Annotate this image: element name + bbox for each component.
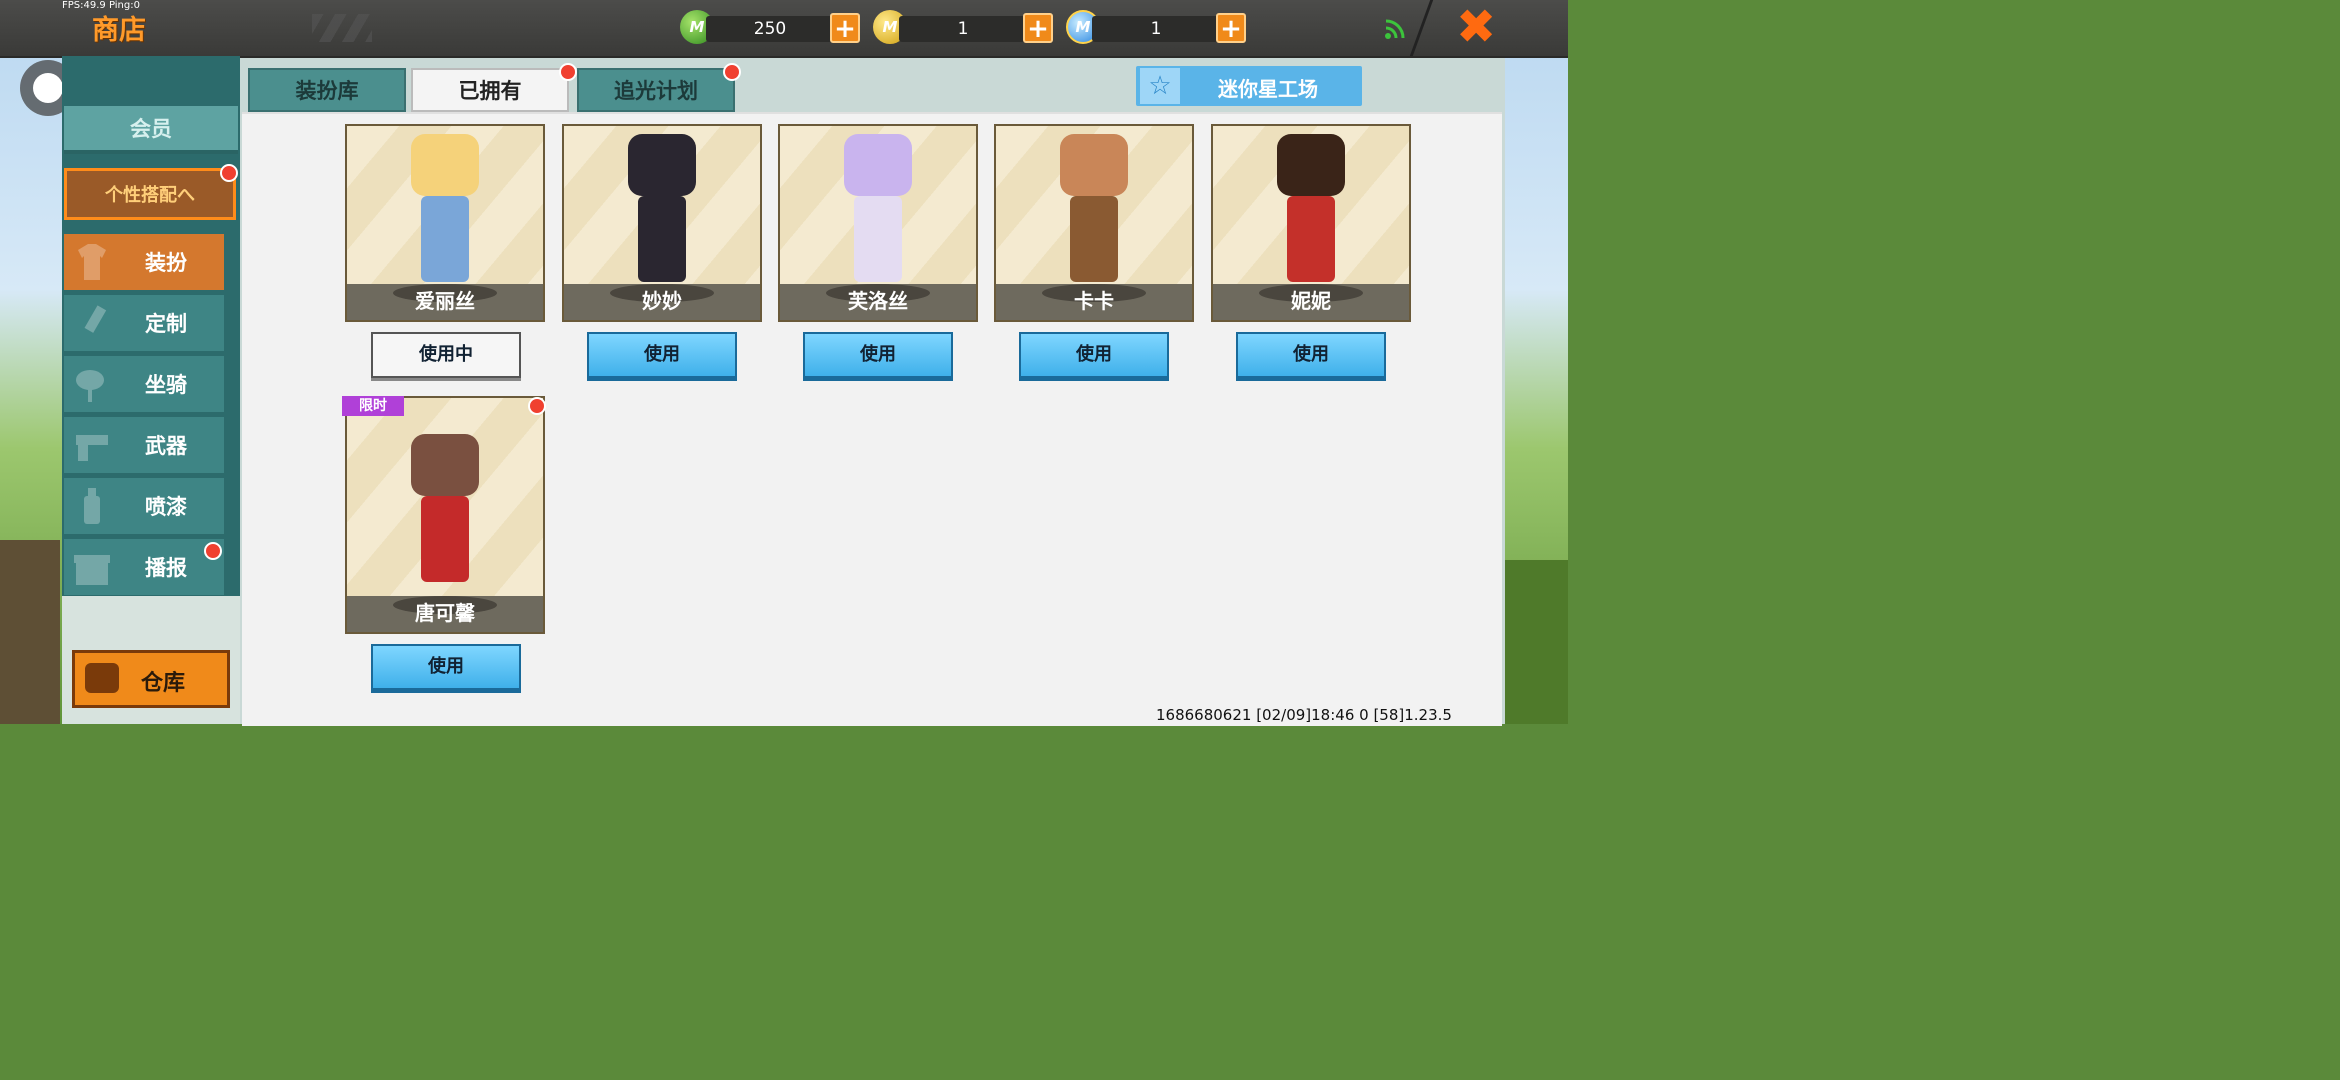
build-info: 1686680621 [02/09]18:46 0 [58]1.23.5	[1156, 706, 1452, 724]
skin-name: 芙洛丝	[848, 289, 908, 313]
sidebar-item-label: 个性搭配へ	[105, 185, 195, 206]
sidebar-item-label: 会员	[130, 117, 172, 141]
mini-coin-count: 1	[957, 19, 969, 39]
gun-icon	[76, 435, 108, 461]
divider	[1409, 0, 1434, 56]
background-grass	[1505, 560, 1568, 724]
saddle-icon	[76, 370, 104, 402]
notification-dot	[220, 164, 238, 182]
warehouse-label: 仓库	[141, 671, 186, 696]
skin-card[interactable]: 卡卡	[994, 124, 1194, 322]
sidebar-item-mount[interactable]: 坐骑	[64, 356, 224, 412]
use-button[interactable]: 使用	[1019, 332, 1169, 378]
sidebar-item-label: 坐骑	[145, 373, 187, 397]
chest-icon	[85, 663, 119, 693]
sidebar-item-weapon[interactable]: 武器	[64, 417, 224, 473]
skin-name: 唐可馨	[415, 601, 475, 625]
brush-icon	[84, 305, 107, 333]
top-bar: FPS:49.9 Ping:0 商店 M 250 + M 1 + M 1 + ✖	[0, 0, 1568, 58]
mini-star-factory-label: 迷你星工场	[1218, 77, 1318, 101]
sidebar-item-label: 装扮	[145, 251, 187, 275]
signal-icon	[1385, 19, 1405, 39]
warehouse-button[interactable]: 仓库	[72, 650, 230, 708]
sidebar-item-personal-style[interactable]: 个性搭配へ	[64, 168, 236, 220]
notification-dot	[528, 397, 546, 415]
shirt-icon	[78, 244, 106, 280]
skin-avatar	[1271, 134, 1351, 284]
skin-avatar	[622, 134, 702, 284]
skin-card[interactable]: 妙妙	[562, 124, 762, 322]
skin-name: 爱丽丝	[415, 289, 475, 313]
tab-label: 装扮库	[295, 79, 359, 103]
mini-bean-count: 250	[753, 19, 787, 39]
add-mini-coin-button[interactable]: +	[1023, 13, 1053, 43]
use-button[interactable]: 使用	[803, 332, 953, 378]
notification-dot	[559, 63, 577, 81]
tab-label: 已拥有	[458, 79, 522, 103]
add-mini-bean-button[interactable]: +	[830, 13, 860, 43]
decorative-stripes	[312, 14, 372, 42]
close-icon[interactable]: ✖	[1456, 3, 1496, 51]
use-button[interactable]: 使用	[587, 332, 737, 378]
use-button[interactable]: 使用	[1236, 332, 1386, 378]
spray-icon	[84, 488, 100, 524]
skin-avatar	[405, 434, 485, 584]
background-block	[0, 540, 60, 724]
skin-name: 卡卡	[1074, 289, 1114, 313]
shop-title: 商店	[92, 15, 146, 46]
sidebar-item-broadcast[interactable]: 播报	[64, 539, 224, 595]
sidebar-item-member[interactable]: 会员	[64, 106, 238, 154]
add-mini-point-button[interactable]: +	[1216, 13, 1246, 43]
skin-card[interactable]: 爱丽丝	[345, 124, 545, 322]
tab-owned[interactable]: 已拥有	[411, 68, 569, 112]
sidebar-item-label: 武器	[145, 434, 187, 458]
sidebar-item-label: 定制	[145, 312, 187, 336]
use-button[interactable]: 使用	[371, 644, 521, 690]
sidebar-item-outfit[interactable]: 装扮	[64, 234, 224, 290]
star-icon: ☆	[1140, 68, 1180, 104]
limited-time-badge: 限时	[342, 396, 404, 416]
sidebar-item-label: 播报	[145, 556, 187, 580]
skin-card[interactable]: 芙洛丝	[778, 124, 978, 322]
sidebar-item-label: 喷漆	[145, 495, 187, 519]
tab-outfit-library[interactable]: 装扮库	[248, 68, 406, 112]
tab-label: 追光计划	[614, 79, 698, 103]
mini-star-factory-button[interactable]: ☆ 迷你星工场	[1136, 66, 1362, 106]
gift-icon	[74, 555, 110, 585]
skin-avatar	[838, 134, 918, 284]
sidebar: 会员 个性搭配へ 装扮 定制 坐骑 武器 喷漆 播报	[62, 56, 240, 724]
skin-avatar	[1054, 134, 1134, 284]
skin-card[interactable]: 唐可馨	[345, 396, 545, 634]
tab-light-chasing-plan[interactable]: 追光计划	[577, 68, 735, 112]
in-use-button[interactable]: 使用中	[371, 332, 521, 378]
sidebar-item-custom[interactable]: 定制	[64, 295, 224, 351]
mini-point-count: 1	[1150, 19, 1162, 39]
notification-dot	[204, 542, 222, 560]
skin-name: 妙妙	[642, 289, 682, 313]
skin-card[interactable]: 妮妮	[1211, 124, 1411, 322]
skin-avatar	[405, 134, 485, 284]
sidebar-item-spray[interactable]: 喷漆	[64, 478, 224, 534]
notification-dot	[723, 63, 741, 81]
skin-name: 妮妮	[1291, 289, 1331, 313]
